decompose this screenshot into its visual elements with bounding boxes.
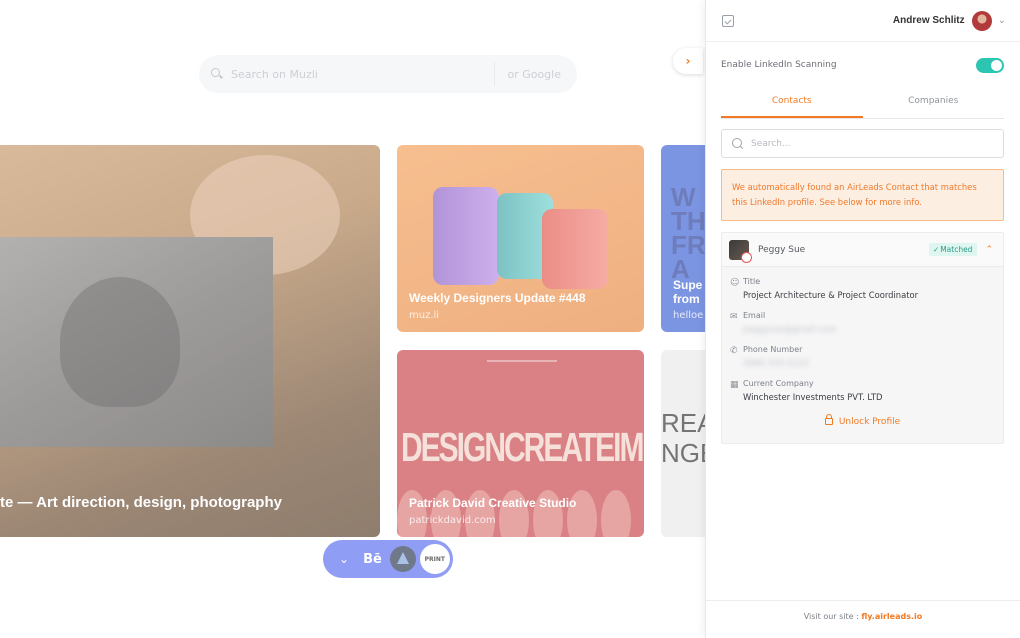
field-value-blurred: (888) 555-0123 (743, 358, 809, 368)
card-source: helloe (673, 310, 704, 321)
matched-badge: ✓Matched (928, 243, 978, 256)
field-value-blurred: peggysue@gmail.com (743, 324, 837, 334)
airleads-site-link[interactable]: fly.airleads.io (861, 612, 922, 621)
chevron-down-icon[interactable]: ⌄ (998, 15, 1006, 26)
lock-icon (824, 414, 833, 425)
blue-card[interactable]: W TH FR A Supe from helloe (661, 145, 705, 332)
muzli-search-placeholder: Search on Muzli (231, 67, 318, 81)
contact-name: Peggy Sue (758, 244, 806, 255)
card-source: muz.li (409, 310, 440, 321)
search-icon (211, 68, 223, 80)
building-icon: ▦ (730, 380, 739, 390)
footer-prefix: Visit our site : (803, 612, 859, 621)
phone-icon: ✆ (730, 346, 738, 356)
card-headline: DESIGNCREATEIMPRESS (401, 426, 644, 471)
contact-card: Peggy Sue ✓Matched ⌃ ☺ Title Project Arc… (721, 232, 1004, 444)
linkedin-scanning-row: Enable LinkedIn Scanning (706, 42, 1020, 88)
airleads-panel: Andrew Schlitz ⌄ Enable LinkedIn Scannin… (705, 0, 1020, 638)
gray-card[interactable]: REA NGE (661, 350, 705, 537)
card-title-line2: from (673, 292, 700, 306)
tab-contacts[interactable]: Contacts (721, 91, 863, 118)
card-source: patrickdavid.com (409, 515, 496, 526)
unlock-profile-button[interactable]: Unlock Profile (722, 414, 1003, 427)
match-notice: We automatically found an AirLeads Conta… (721, 169, 1004, 221)
panel-tabs: Contacts Companies (721, 91, 1004, 119)
collapse-sidebar-icon[interactable] (722, 14, 734, 27)
muzli-search-bar[interactable]: Search on Muzli or Google (199, 55, 577, 93)
cylinder-red (542, 209, 608, 289)
field-label: Title (743, 277, 761, 286)
blue-card-headline: W TH FR A (671, 182, 705, 284)
user-name: Andrew Schlitz (892, 15, 965, 26)
or-google-button[interactable]: or Google (495, 68, 577, 81)
share-dock: ⌄ Bē PRINT (323, 540, 453, 578)
matched-badge-label: Matched (940, 245, 973, 254)
panel-footer: Visit our site : fly.airleads.io (706, 600, 1020, 638)
contact-card-header[interactable]: Peggy Sue ✓Matched ⌃ (722, 233, 1003, 267)
patrick-david-card[interactable]: DESIGNCREATEIMPRESS Patrick David Creati… (397, 350, 644, 537)
field-value: Winchester Investments PVT. LTD (743, 392, 883, 402)
field-label: Phone Number (743, 345, 803, 354)
mail-icon: ✉ (730, 312, 738, 322)
feature-card[interactable]: te — Art direction, design, photography (0, 145, 380, 537)
feature-card-title: te — Art direction, design, photography (0, 494, 282, 511)
search-icon (732, 138, 743, 149)
collapse-panel-button[interactable]: › (673, 48, 703, 74)
gray-card-headline: REA NGE (661, 408, 705, 468)
unlock-profile-label: Unlock Profile (838, 417, 901, 427)
linkedin-scanning-label: Enable LinkedIn Scanning (721, 60, 837, 70)
check-icon: ✓ (932, 245, 940, 254)
behance-icon[interactable]: Bē (363, 552, 382, 567)
linkedin-scanning-toggle[interactable] (976, 57, 1004, 73)
contact-avatar (729, 239, 752, 263)
search-placeholder: Search... (751, 138, 791, 149)
field-label: Email (743, 311, 766, 320)
chevron-down-icon[interactable]: ⌄ (339, 552, 349, 566)
chevron-up-icon[interactable]: ⌃ (985, 245, 993, 255)
print-icon[interactable]: PRINT (419, 544, 450, 574)
tab-companies[interactable]: Companies (863, 91, 1005, 118)
card-title: Patrick David Creative Studio (409, 496, 577, 510)
panel-header: Andrew Schlitz ⌄ (706, 0, 1020, 42)
avatar[interactable] (971, 10, 992, 31)
card-image-portrait (0, 237, 273, 447)
cylinder-purple (433, 187, 499, 285)
field-label: Current Company (743, 379, 814, 388)
designers-update-card[interactable]: Weekly Designers Update #448 muz.li (397, 145, 644, 332)
contact-search-input[interactable]: Search... (721, 129, 1004, 158)
artstation-icon[interactable] (389, 546, 416, 572)
field-value: Project Architecture & Project Coordinat… (743, 290, 919, 300)
person-icon: ☺ (730, 278, 740, 288)
card-title: Supe (673, 278, 703, 292)
card-topline (487, 360, 557, 362)
card-title: Weekly Designers Update #448 (409, 291, 586, 305)
chevron-right-icon: › (685, 54, 691, 68)
